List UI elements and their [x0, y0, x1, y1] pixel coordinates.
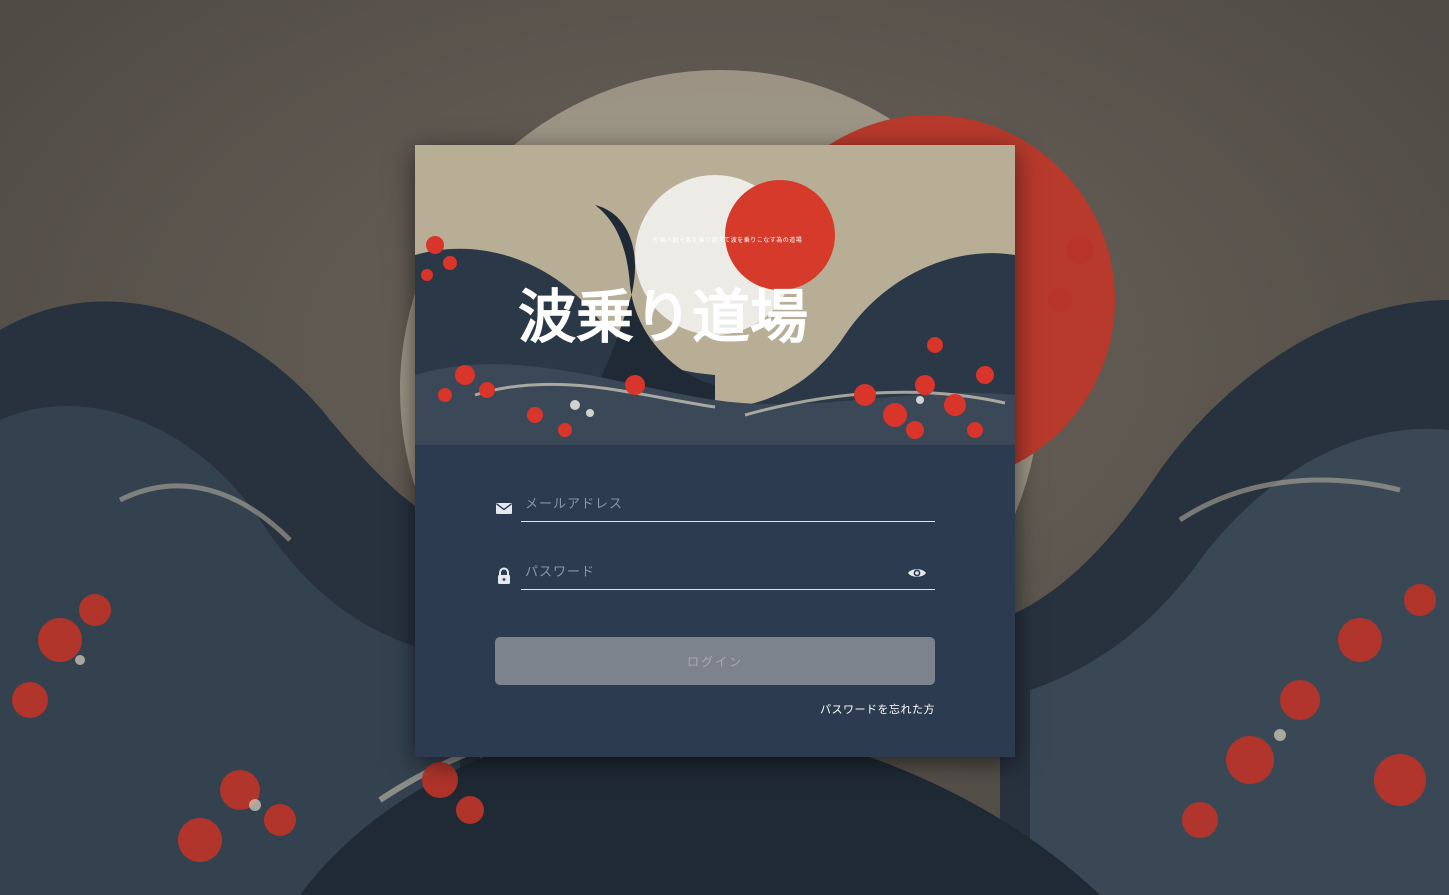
password-field-group [495, 555, 935, 595]
forgot-password-link[interactable]: パスワードを忘れた方 [820, 701, 935, 717]
login-card: 波乗り道場 外国人観光客を乗り越えて波を乗りこなす為の道場 メールアドレス ログ… [415, 145, 1015, 757]
show-password-eye-icon[interactable] [907, 565, 927, 581]
email-input[interactable] [521, 487, 935, 522]
banner-illustration: 波乗り道場 [415, 145, 1015, 445]
lock-icon [495, 567, 513, 585]
login-button[interactable]: ログイン [495, 637, 935, 685]
login-form: ログイン パスワードを忘れた方 [415, 445, 1015, 757]
password-input[interactable] [521, 555, 935, 590]
hero-banner: 波乗り道場 外国人観光客を乗り越えて波を乗りこなす為の道場 [415, 145, 1015, 445]
logo-text: 波乗り道場 [518, 283, 808, 351]
banner-subtitle: 外国人観光客を乗り越えて波を乗りこなす為の道場 [653, 237, 803, 244]
email-field-group [495, 487, 935, 527]
mail-icon [495, 499, 513, 517]
